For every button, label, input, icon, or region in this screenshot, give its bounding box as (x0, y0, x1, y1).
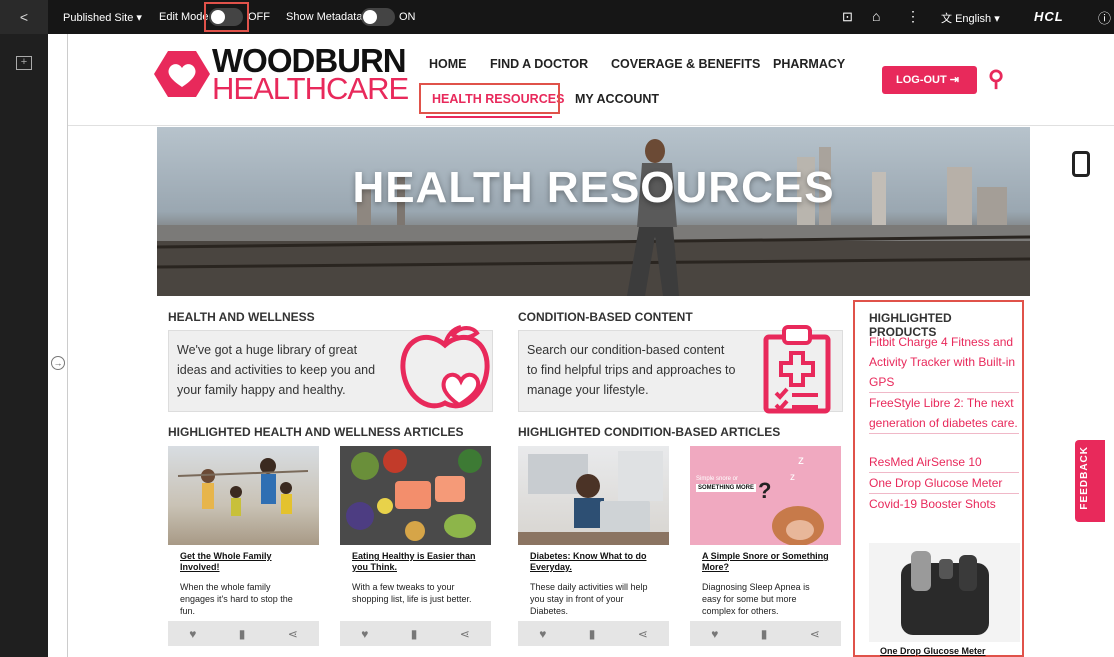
logout-button[interactable]: LOG-OUT ⇥ (882, 66, 977, 94)
svg-text:z: z (798, 453, 804, 467)
product-link[interactable]: Fitbit Charge 4 Fitness and Activity Tra… (869, 332, 1019, 393)
product-link[interactable]: Covid-19 Booster Shots (869, 494, 1019, 514)
article-title[interactable]: A Simple Snore or Something More? (702, 551, 829, 573)
hcl-logo: HCL (1034, 9, 1064, 24)
woman-laptop-image (518, 446, 669, 545)
bookmark-icon[interactable]: ▮ (411, 627, 418, 641)
back-button[interactable]: < (0, 0, 48, 34)
bookmark-icon[interactable]: ▮ (589, 627, 596, 641)
preview-icon[interactable]: ⊡ (842, 9, 853, 25)
product-link[interactable]: One Drop Glucose Meter (869, 473, 1019, 494)
card-actions: ♥ ▮ ⋖ (168, 621, 319, 646)
active-underline (426, 116, 552, 118)
bookmark-icon[interactable]: ▮ (239, 627, 246, 641)
health-wellness-text: We've got a huge library of great ideas … (177, 343, 376, 397)
search-icon[interactable]: ⚲ (988, 66, 1004, 92)
add-panel-icon[interactable]: + (16, 56, 32, 70)
share-icon[interactable]: ⋖ (288, 627, 298, 641)
site-header: WOODBURN HEALTHCARE HOME FIND A DOCTOR C… (68, 34, 1114, 126)
health-wellness-box: We've got a huge library of great ideas … (168, 325, 493, 412)
card-actions: ♥ ▮ ⋖ (340, 621, 491, 646)
card-actions: ♥ ▮ ⋖ (518, 621, 669, 646)
authoring-toolbar: < Published Site ▾ Edit Mode: OFF Show M… (0, 0, 1114, 34)
logo-wordmark-bottom: HEALTHCARE (212, 71, 409, 106)
article-desc: These daily activities will help you sta… (530, 582, 648, 616)
left-rail: + (0, 34, 48, 657)
svg-text:?: ? (758, 478, 771, 503)
mobile-preview-icon[interactable] (1072, 151, 1090, 177)
highlight-edit-mode (204, 2, 249, 32)
article-desc: With a few tweaks to your shopping list,… (352, 582, 472, 604)
expand-arrow-icon[interactable]: → (51, 356, 65, 370)
glucose-meter-image[interactable] (869, 543, 1020, 642)
heart-icon[interactable]: ♥ (711, 627, 718, 641)
nav-my-account[interactable]: MY ACCOUNT (575, 92, 659, 106)
article-desc: Diagnosing Sleep Apnea is easy for some … (702, 582, 810, 616)
nav-pharmacy[interactable]: PHARMACY (773, 57, 845, 71)
home-icon[interactable]: ⌂ (872, 8, 880, 24)
heart-logo-icon (154, 49, 210, 99)
apple-heart-icon (397, 325, 493, 415)
feedback-tab[interactable]: FEEDBACK (1075, 440, 1105, 522)
info-icon[interactable]: ⓘ (1098, 8, 1111, 27)
condition-heading: CONDITION-BASED CONTENT (518, 310, 693, 324)
condition-box: Search our condition-based content to fi… (518, 325, 843, 414)
article-title[interactable]: Get the Whole Family Involved! (180, 551, 307, 573)
show-metadata-toggle[interactable] (361, 8, 395, 26)
bookmark-icon[interactable]: ▮ (761, 627, 768, 641)
show-metadata-label: Show Metadata: (286, 11, 366, 23)
nav-find-a-doctor[interactable]: FIND A DOCTOR (490, 57, 588, 71)
article-card-diabetes[interactable]: Diabetes: Know What to do Everyday. Thes… (518, 446, 669, 646)
article-desc: When the whole family engages it's hard … (180, 582, 293, 616)
logout-icon: ⇥ (949, 74, 959, 86)
article-card-family[interactable]: Get the Whole Family Involved! When the … (168, 446, 319, 646)
hw-articles-heading: HIGHLIGHTED HEALTH AND WELLNESS ARTICLES (168, 425, 464, 439)
page-canvas: WOODBURN HEALTHCARE HOME FIND A DOCTOR C… (68, 34, 1114, 657)
more-vertical-icon[interactable]: ⋮ (906, 8, 920, 25)
health-wellness-heading: HEALTH AND WELLNESS (168, 310, 315, 324)
highlighted-products-panel: HIGHLIGHTED PRODUCTS Fitbit Charge 4 Fit… (853, 300, 1024, 657)
hero-title: HEALTH RESOURCES (352, 163, 835, 212)
heart-icon[interactable]: ♥ (189, 627, 196, 641)
article-card-eating[interactable]: Eating Healthy is Easier than you Think.… (340, 446, 491, 646)
nav-coverage-benefits[interactable]: COVERAGE & BENEFITS (611, 57, 760, 71)
share-icon[interactable]: ⋖ (810, 627, 820, 641)
product-link[interactable]: FreeStyle Libre 2: The next generation o… (869, 393, 1019, 434)
snore-image: Simple snore or SOMETHING MORE z z ? (690, 446, 841, 545)
edit-mode-state: OFF (248, 11, 270, 23)
side-gutter: → (48, 34, 68, 657)
healthy-food-image (340, 446, 491, 545)
product-link[interactable]: ResMed AirSense 10 (869, 452, 1019, 473)
highlight-health-resources (419, 83, 560, 114)
card-actions: ♥ ▮ ⋖ (690, 621, 841, 646)
published-site-dropdown[interactable]: Published Site ▾ (63, 11, 142, 24)
show-metadata-state: ON (399, 11, 416, 23)
share-icon[interactable]: ⋖ (460, 627, 470, 641)
translate-icon: 文 (941, 13, 952, 25)
feedback-label: FEEDBACK (1079, 446, 1090, 510)
condition-text: Search our condition-based content to fi… (527, 343, 736, 397)
family-yoga-image (168, 446, 319, 545)
language-selector[interactable]: 文 English ▾ (941, 10, 1000, 26)
heart-icon[interactable]: ♥ (539, 627, 546, 641)
cb-articles-heading: HIGHLIGHTED CONDITION-BASED ARTICLES (518, 425, 781, 439)
heart-icon[interactable]: ♥ (361, 627, 368, 641)
svg-text:z: z (790, 472, 795, 483)
nav-home[interactable]: HOME (429, 57, 467, 71)
featured-product-caption[interactable]: One Drop Glucose Meter (880, 646, 986, 656)
article-card-snore[interactable]: Simple snore or SOMETHING MORE z z ? A S… (690, 446, 841, 646)
article-title[interactable]: Diabetes: Know What to do Everyday. (530, 551, 657, 573)
share-icon[interactable]: ⋖ (638, 627, 648, 641)
article-title[interactable]: Eating Healthy is Easier than you Think. (352, 551, 479, 573)
hero-banner: HEALTH RESOURCES (157, 127, 1030, 296)
clipboard-medical-icon (762, 319, 832, 415)
chevron-left-icon: < (19, 9, 29, 25)
